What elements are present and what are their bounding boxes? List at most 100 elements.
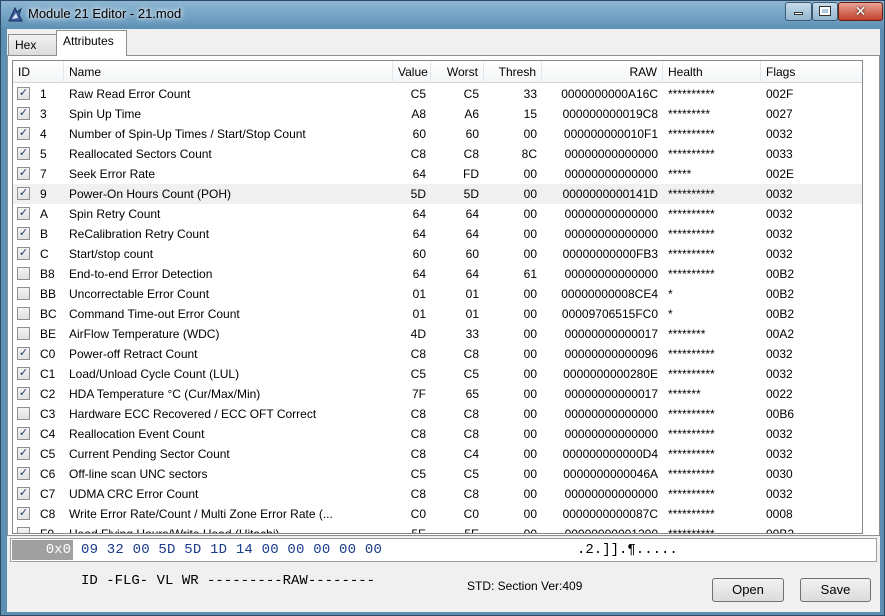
- column-header-id[interactable]: ID: [13, 61, 64, 83]
- section-version: STD: Section Ver:409: [467, 579, 583, 593]
- column-header-name[interactable]: Name: [64, 61, 393, 83]
- table-row[interactable]: BE AirFlow Temperature (WDC) 4D 33 00 0000000…: [13, 324, 862, 344]
- unchecked-checkbox[interactable]: [17, 327, 30, 340]
- minimize-button[interactable]: [785, 2, 812, 21]
- cell-health: *: [668, 307, 673, 321]
- cell-flags: 002E: [766, 167, 795, 181]
- cell-raw: 0000000000087C: [562, 507, 658, 521]
- table-row[interactable]: ✓ C2 HDA Temperature °C (Cur/Max/Min) 7F 65 0…: [13, 384, 862, 404]
- checked-checkbox[interactable]: ✓: [17, 127, 30, 140]
- cell-health: **********: [668, 227, 715, 241]
- checked-checkbox[interactable]: ✓: [17, 107, 30, 120]
- cell-id: B: [40, 227, 49, 241]
- unchecked-checkbox[interactable]: [17, 527, 30, 533]
- cell-name: ReCalibration Retry Count: [69, 227, 210, 241]
- checked-checkbox[interactable]: ✓: [17, 167, 30, 180]
- table-row[interactable]: ✓ C5 Current Pending Sector Count C8 C4 00 000…: [13, 444, 862, 464]
- column-header-raw[interactable]: RAW: [542, 61, 663, 83]
- table-row[interactable]: ✓ 4 Number of Spin-Up Times / Start/Stop C…: [13, 124, 862, 144]
- table-row[interactable]: ✓ C8 Write Error Rate/Count / Multi Zone E…: [13, 504, 862, 524]
- cell-name: Seek Error Rate: [69, 167, 156, 181]
- table-row[interactable]: ✓ C6 Off-line scan UNC sectors C5 C5 00 000000…: [13, 464, 862, 484]
- column-header-health[interactable]: Health: [663, 61, 761, 83]
- cell-flags: 0032: [766, 347, 793, 361]
- cell-id: 1: [40, 87, 47, 101]
- unchecked-checkbox[interactable]: [17, 307, 30, 320]
- checked-checkbox[interactable]: ✓: [17, 467, 30, 480]
- maximize-button[interactable]: [812, 2, 838, 21]
- cell-value: 60: [412, 127, 426, 141]
- checked-checkbox[interactable]: ✓: [17, 367, 30, 380]
- cell-thresh: 00: [523, 207, 537, 221]
- cell-worst: 64: [465, 267, 479, 281]
- table-row[interactable]: ✓ C0 Power-off Retract Count C8 C8 00 00000000…: [13, 344, 862, 364]
- unchecked-checkbox[interactable]: [17, 407, 30, 420]
- table-row[interactable]: ✓ C7 UDMA CRC Error Count C8 C8 00 00000000000…: [13, 484, 862, 504]
- table-row[interactable]: BC Command Time-out Error Count 01 01 00 0000…: [13, 304, 862, 324]
- cell-thresh: 8C: [521, 147, 537, 161]
- checked-checkbox[interactable]: ✓: [17, 427, 30, 440]
- checked-checkbox[interactable]: ✓: [17, 227, 30, 240]
- cell-thresh: 00: [523, 307, 537, 321]
- cell-thresh: 15: [523, 107, 537, 121]
- table-row[interactable]: ✓ A Spin Retry Count 64 64 00 00000000000000 **…: [13, 204, 862, 224]
- close-button[interactable]: ✕: [838, 2, 883, 21]
- cell-health: **********: [668, 87, 715, 101]
- table-row[interactable]: ✓ C Start/stop count 60 60 00 00000000000FB3 **…: [13, 244, 862, 264]
- column-header-worst[interactable]: Worst: [431, 61, 484, 83]
- cell-raw: 000000000010F1: [563, 127, 658, 141]
- checked-checkbox[interactable]: ✓: [17, 207, 30, 220]
- column-header-value[interactable]: Value: [393, 61, 431, 83]
- cell-health: ********: [668, 327, 706, 341]
- tab-attributes[interactable]: Attributes: [56, 30, 127, 56]
- table-row[interactable]: ✓ B ReCalibration Retry Count 64 64 00 0000000…: [13, 224, 862, 244]
- column-header-flags[interactable]: Flags: [761, 61, 862, 83]
- table-row[interactable]: ✓ 1 Raw Read Error Count C5 C5 33 0000000000A1…: [13, 84, 862, 104]
- table-row[interactable]: ✓ 7 Seek Error Rate 64 FD 00 00000000000000 ***…: [13, 164, 862, 184]
- table-row[interactable]: ✓ C4 Reallocation Event Count C8 C8 00 0000000…: [13, 424, 862, 444]
- unchecked-checkbox[interactable]: [17, 267, 30, 280]
- cell-health: **********: [668, 127, 715, 141]
- checked-checkbox[interactable]: ✓: [17, 147, 30, 160]
- cell-worst: C8: [463, 427, 479, 441]
- checked-checkbox[interactable]: ✓: [17, 247, 30, 260]
- checked-checkbox[interactable]: ✓: [17, 347, 30, 360]
- close-icon: ✕: [854, 3, 867, 19]
- table-row[interactable]: ✓ 5 Reallocated Sectors Count C8 C8 8C 0000000…: [13, 144, 862, 164]
- cell-thresh: 00: [523, 327, 537, 341]
- checked-checkbox[interactable]: ✓: [17, 387, 30, 400]
- checked-checkbox[interactable]: ✓: [17, 187, 30, 200]
- unchecked-checkbox[interactable]: [17, 287, 30, 300]
- cell-raw: 00000000001200: [564, 527, 658, 534]
- cell-flags: 0032: [766, 367, 793, 381]
- table-row[interactable]: BB Uncorrectable Error Count 01 01 00 0000000…: [13, 284, 862, 304]
- table-row[interactable]: C3 Hardware ECC Recovered / ECC OFT Corre…: [13, 404, 862, 424]
- cell-id: BB: [40, 287, 57, 301]
- cell-value: 64: [412, 267, 426, 281]
- cell-raw: 00000000000017: [564, 327, 658, 341]
- table-row[interactable]: ✓ 9 Power-On Hours Count (POH) 5D 5D 00 000000…: [13, 184, 862, 204]
- cell-flags: 00B6: [766, 407, 795, 421]
- open-button[interactable]: Open: [712, 578, 784, 602]
- checked-checkbox[interactable]: ✓: [17, 487, 30, 500]
- cell-flags: 0032: [766, 447, 793, 461]
- cell-worst: 33: [465, 327, 479, 341]
- title-bar[interactable]: Module 21 Editor - 21.mod ✕: [1, 1, 884, 28]
- table-row[interactable]: ✓ C1 Load/Unload Cycle Count (LUL) C5 C5 00 00…: [13, 364, 862, 384]
- cell-health: **********: [668, 207, 715, 221]
- table-row[interactable]: F0 Head Flying Hours/Write Head (Hitachi)…: [13, 524, 862, 534]
- cell-name: Raw Read Error Count: [69, 87, 191, 101]
- hex-bytes[interactable]: 09 32 00 5D 5D 1D 14 00 00 00 00 00: [81, 539, 382, 561]
- cell-worst: C5: [463, 87, 479, 101]
- column-header-thresh[interactable]: Thresh: [484, 61, 542, 83]
- save-button[interactable]: Save: [800, 578, 871, 602]
- checked-checkbox[interactable]: ✓: [17, 87, 30, 100]
- tab-hex[interactable]: Hex: [8, 34, 57, 55]
- table-row[interactable]: ✓ 3 Spin Up Time A8 A6 15 000000000019C8 ******…: [13, 104, 862, 124]
- cell-name: Off-line scan UNC sectors: [69, 467, 208, 481]
- table-row[interactable]: B8 End-to-end Error Detection 64 64 61 000000…: [13, 264, 862, 284]
- checked-checkbox[interactable]: ✓: [17, 447, 30, 460]
- hex-preview[interactable]: 0x0 09 32 00 5D 5D 1D 14 00 00 00 00 00 …: [10, 538, 877, 562]
- checked-checkbox[interactable]: ✓: [17, 507, 30, 520]
- cell-id: C8: [40, 507, 56, 521]
